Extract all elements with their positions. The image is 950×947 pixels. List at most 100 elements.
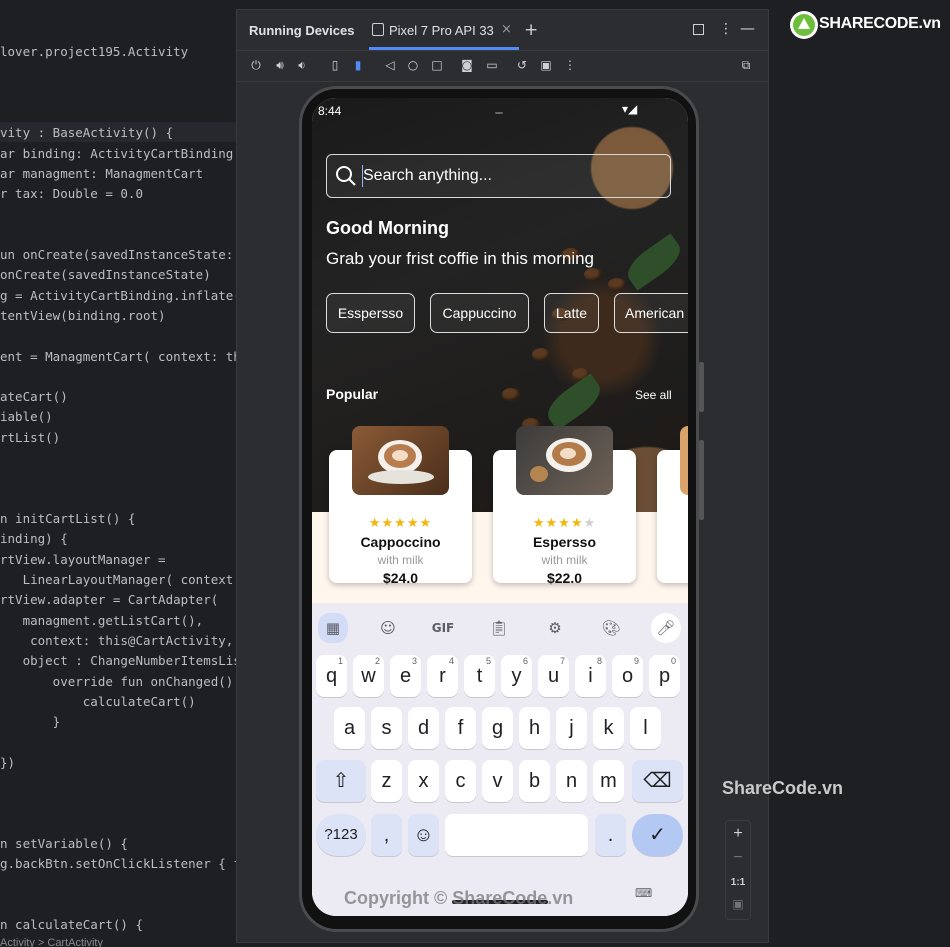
- sticker-icon[interactable]: ☺: [373, 613, 403, 643]
- search-placeholder: Search anything...: [363, 167, 492, 184]
- apps-grid-icon[interactable]: ▦: [318, 613, 348, 643]
- category-chip-espresso[interactable]: Esspersso: [326, 293, 415, 333]
- mic-icon[interactable]: 🎤︎: [651, 613, 681, 643]
- code-line: object : ChangeNumberItemsList: [0, 653, 236, 668]
- add-tab-icon[interactable]: +: [524, 20, 538, 40]
- keyboard-switch-icon[interactable]: ⌨: [635, 886, 652, 900]
- key-n[interactable]: n: [556, 760, 587, 802]
- volume-up-icon[interactable]: 🔊︎: [273, 58, 287, 72]
- search-input[interactable]: Search anything...: [326, 154, 671, 198]
- search-icon: [336, 166, 356, 186]
- key-r[interactable]: r4: [427, 655, 458, 697]
- mirror-icon[interactable]: ▣: [539, 58, 553, 72]
- code-line: r tax: Double = 0.0: [0, 186, 143, 201]
- actual-size-button[interactable]: 1:1: [726, 877, 750, 888]
- symbols-key[interactable]: ?123: [316, 814, 366, 856]
- shift-key[interactable]: ⇧: [316, 760, 366, 802]
- backspace-key[interactable]: ⌫: [632, 760, 683, 802]
- key-d[interactable]: d: [408, 707, 439, 749]
- product-name: Cappoccino: [360, 534, 441, 550]
- key-q[interactable]: q1: [316, 655, 347, 697]
- more-options-icon[interactable]: ⋮: [719, 21, 733, 37]
- key-p[interactable]: p0: [649, 655, 680, 697]
- phone-screen[interactable]: 8:44 ▾◢ Search anything... Good Morning …: [312, 98, 688, 916]
- device-settings-icon[interactable]: ⧉: [739, 58, 753, 72]
- key-h[interactable]: h: [519, 707, 550, 749]
- key-b[interactable]: b: [519, 760, 550, 802]
- screenrecord-icon[interactable]: ▭: [485, 58, 499, 72]
- key-y[interactable]: y6: [501, 655, 532, 697]
- key-t[interactable]: t5: [464, 655, 495, 697]
- key-o[interactable]: o9: [612, 655, 643, 697]
- category-chip-cappuccino[interactable]: Cappuccino: [430, 293, 529, 333]
- key-g[interactable]: g: [482, 707, 513, 749]
- see-all-link[interactable]: See all: [635, 388, 672, 402]
- fit-screen-icon[interactable]: ▣: [726, 897, 750, 911]
- key-l[interactable]: l: [630, 707, 661, 749]
- overview-icon[interactable]: □: [430, 58, 444, 72]
- key-i[interactable]: i8: [575, 655, 606, 697]
- category-chip-latte[interactable]: Latte: [544, 293, 599, 333]
- code-line: n initCartList() {: [0, 511, 136, 526]
- key-u[interactable]: u7: [538, 655, 569, 697]
- code-line: ent = ManagmentCart( context: this): [0, 349, 236, 364]
- status-time: 8:44: [318, 104, 342, 118]
- back-icon[interactable]: ◁: [383, 58, 397, 72]
- key-e[interactable]: e3: [390, 655, 421, 697]
- camera-icon[interactable]: ◙: [460, 58, 474, 72]
- minimize-icon[interactable]: —: [740, 19, 755, 37]
- code-line: tentView(binding.root): [0, 308, 166, 323]
- code-line: n setVariable() {: [0, 836, 128, 851]
- product-price: $22.0: [546, 570, 583, 586]
- comma-key[interactable]: ,: [371, 814, 402, 856]
- period-key[interactable]: .: [595, 814, 626, 856]
- palette-icon[interactable]: 🎨︎: [596, 613, 626, 643]
- code-line: }): [0, 755, 16, 770]
- soft-keyboard[interactable]: ▦ ☺ GIF 📋︎ ⚙ 🎨︎ 🎤︎ q1 w2 e3 r4 t5 y6 u7 …: [312, 603, 688, 916]
- code-line: }: [0, 714, 61, 729]
- code-line: ateCart(): [0, 389, 68, 404]
- clipboard-icon[interactable]: 📋︎: [484, 613, 514, 643]
- window-mode-icon[interactable]: [693, 24, 704, 35]
- key-a[interactable]: a: [334, 707, 365, 749]
- key-c[interactable]: c: [445, 760, 476, 802]
- key-w[interactable]: w2: [353, 655, 384, 697]
- key-m[interactable]: m: [593, 760, 624, 802]
- rotate-left-icon[interactable]: ▯: [328, 58, 342, 72]
- space-key[interactable]: [445, 814, 588, 856]
- device-icon: [372, 23, 384, 36]
- code-line: n calculateCart() {: [0, 917, 143, 932]
- snapshot-icon[interactable]: ↺: [515, 58, 529, 72]
- close-tab-icon[interactable]: ×: [501, 22, 512, 37]
- home-icon[interactable]: ○: [406, 58, 420, 72]
- power-icon[interactable]: ⏻: [249, 58, 263, 72]
- code-editor[interactable]: lover.project195.Activity vity : BaseAct…: [0, 0, 236, 947]
- tab-device[interactable]: Pixel 7 Pro API 33: [389, 23, 494, 38]
- key-k[interactable]: k: [593, 707, 624, 749]
- emoji-key[interactable]: ☺: [408, 814, 439, 856]
- zoom-out-button[interactable]: −: [726, 849, 750, 867]
- zoom-in-button[interactable]: +: [726, 825, 750, 843]
- key-j[interactable]: j: [556, 707, 587, 749]
- key-f[interactable]: f: [445, 707, 476, 749]
- rotate-right-icon[interactable]: ▮: [351, 58, 365, 72]
- greeting-title: Good Morning: [326, 218, 449, 238]
- toolbar-more-icon[interactable]: ⋮: [563, 58, 577, 72]
- product-subtitle: with milk: [377, 553, 424, 567]
- product-name: Espersso: [532, 534, 597, 550]
- key-s[interactable]: s: [371, 707, 402, 749]
- code-line: managment.getListCart(),: [0, 613, 204, 628]
- coffee-bean: [584, 268, 602, 281]
- product-subtitle: with milk: [541, 553, 588, 567]
- key-x[interactable]: x: [408, 760, 439, 802]
- enter-key[interactable]: ✓: [632, 814, 683, 856]
- volume-down-icon[interactable]: 🔉︎: [295, 58, 309, 72]
- category-chip-american[interactable]: American: [614, 293, 688, 333]
- key-v[interactable]: v: [482, 760, 513, 802]
- key-z[interactable]: z: [371, 760, 402, 802]
- coffee-bean: [608, 278, 626, 291]
- code-line: rtView.layoutManager =: [0, 552, 166, 567]
- settings-icon[interactable]: ⚙: [540, 613, 570, 643]
- device-toolbar: ⏻ 🔊︎ 🔉︎ ▯ ▮ ◁ ○ □ ◙ ▭ ↺ ▣ ⋮ ⧉: [237, 51, 768, 82]
- gif-button[interactable]: GIF: [425, 613, 461, 643]
